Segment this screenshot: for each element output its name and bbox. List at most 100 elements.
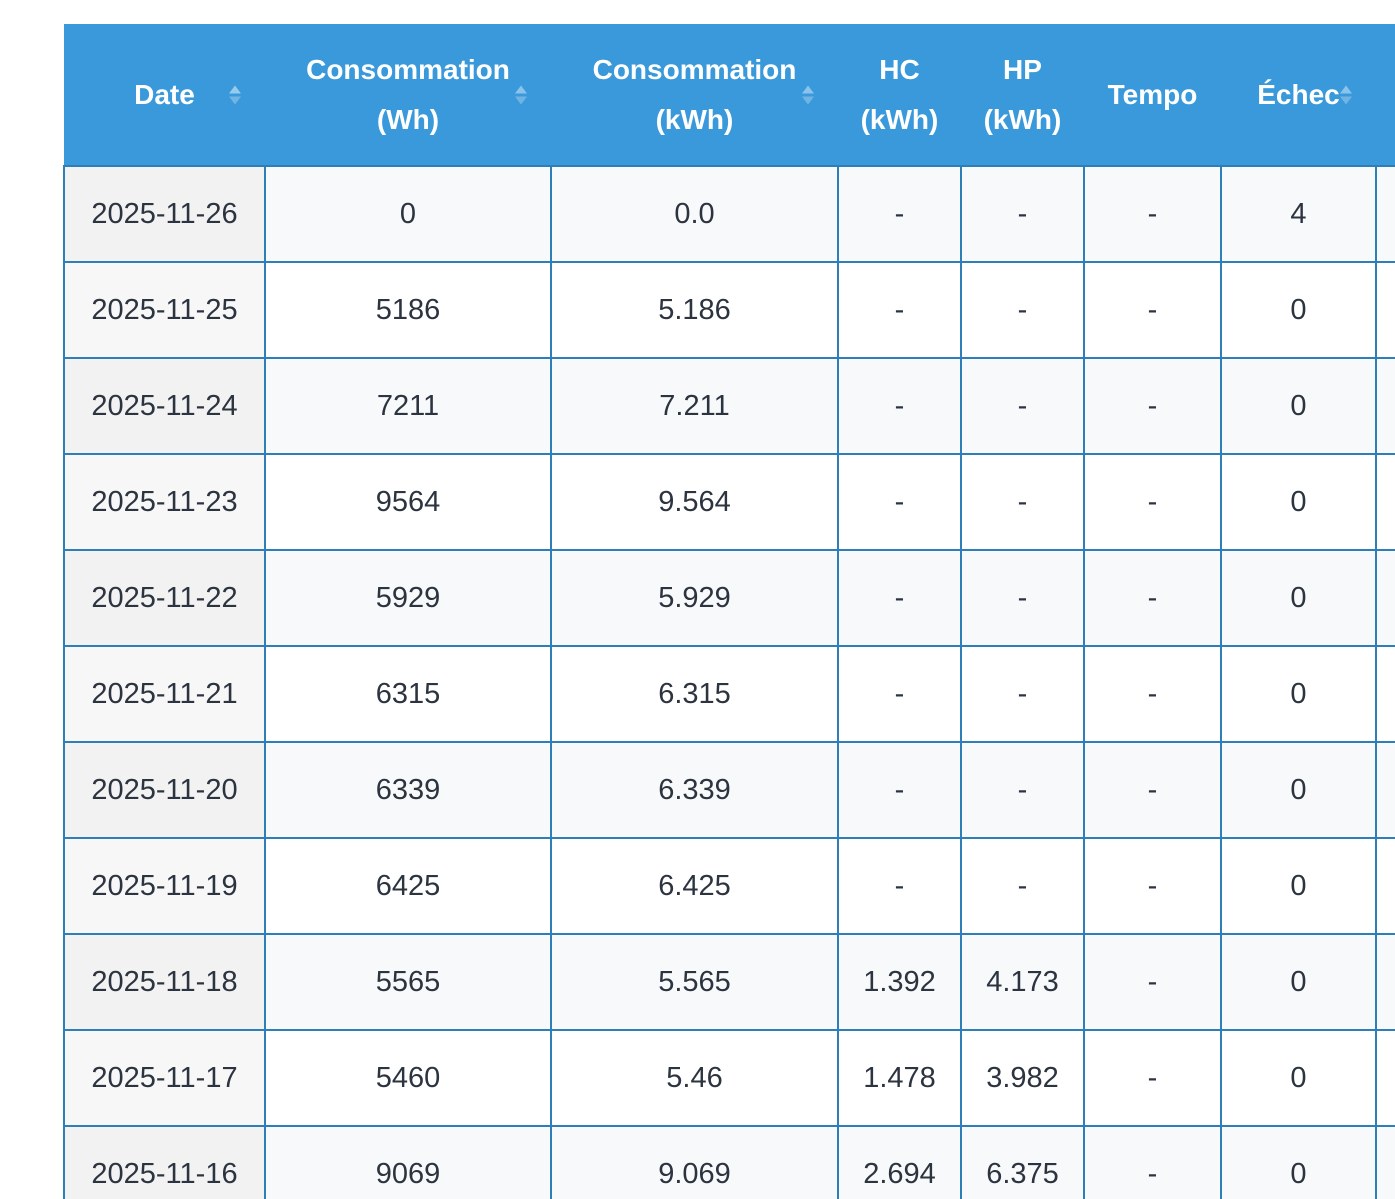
cell-hc: - <box>837 837 962 935</box>
table-row: 2025-11-25 5186 5.186- - -0 <box>63 261 1395 359</box>
cell-overflow <box>1375 453 1395 551</box>
cell-date: 2025-11-16 <box>63 1125 266 1199</box>
cell-hc: 2.694 <box>837 1125 962 1199</box>
cell-consumption-kwh: 5.186 <box>550 261 839 359</box>
cell-tempo: - <box>1083 261 1222 359</box>
column-header-unit: (kWh) <box>655 103 734 135</box>
cell-hp: 3.982 <box>960 1029 1085 1127</box>
table-row: 2025-11-24 7211 7.211- - -0 <box>63 357 1395 455</box>
cell-consumption-wh: 5929 <box>264 549 552 647</box>
cell-date: 2025-11-19 <box>63 837 266 935</box>
cell-consumption-kwh: 9.564 <box>550 453 839 551</box>
cell-tempo: - <box>1083 837 1222 935</box>
cell-echec: 0 <box>1220 549 1377 647</box>
cell-hc: - <box>837 165 962 263</box>
cell-consumption-wh: 5186 <box>264 261 552 359</box>
cell-hp: 4.173 <box>960 933 1085 1031</box>
cell-echec: 0 <box>1220 933 1377 1031</box>
cell-consumption-kwh: 0.0 <box>550 165 839 263</box>
cell-echec: 0 <box>1220 261 1377 359</box>
cell-hc: - <box>837 453 962 551</box>
sort-arrows-icon[interactable] <box>229 85 241 104</box>
cell-consumption-wh: 9564 <box>264 453 552 551</box>
cell-consumption-kwh: 5.929 <box>550 549 839 647</box>
column-header-hc: HC (kWh) <box>838 24 961 167</box>
cell-consumption-wh: 6425 <box>264 837 552 935</box>
cell-hc: - <box>837 549 962 647</box>
cell-consumption-kwh: 7.211 <box>550 357 839 455</box>
cell-tempo: - <box>1083 645 1222 743</box>
cell-overflow <box>1375 165 1395 263</box>
sort-arrows-icon[interactable] <box>1340 85 1352 104</box>
cell-date: 2025-11-21 <box>63 645 266 743</box>
cell-tempo: - <box>1083 165 1222 263</box>
cell-overflow <box>1375 1125 1395 1199</box>
cell-consumption-wh: 7211 <box>264 357 552 455</box>
cell-consumption-wh: 6339 <box>264 741 552 839</box>
cell-echec: 0 <box>1220 741 1377 839</box>
cell-tempo: - <box>1083 453 1222 551</box>
cell-date: 2025-11-18 <box>63 933 266 1031</box>
cell-consumption-kwh: 6.425 <box>550 837 839 935</box>
cell-date: 2025-11-26 <box>63 165 266 263</box>
table-row: 2025-11-16 9069 9.069 2.694 6.375-0 <box>63 1125 1395 1199</box>
cell-hp: - <box>960 165 1085 263</box>
cell-consumption-kwh: 6.315 <box>550 645 839 743</box>
cell-hc: - <box>837 645 962 743</box>
column-header-consumption-wh[interactable]: Consommation (Wh) <box>265 24 551 167</box>
cell-hc: - <box>837 357 962 455</box>
sort-arrows-icon[interactable] <box>515 85 527 104</box>
cell-hp: - <box>960 453 1085 551</box>
cell-overflow <box>1375 357 1395 455</box>
cell-echec: 0 <box>1220 453 1377 551</box>
column-header-consumption-kwh[interactable]: Consommation (kWh) <box>551 24 838 167</box>
column-header-label: Consommation <box>592 53 797 85</box>
column-header-label: HC <box>879 53 920 85</box>
cell-echec: 0 <box>1220 1029 1377 1127</box>
table-row: 2025-11-23 9564 9.564- - -0 <box>63 453 1395 551</box>
cell-date: 2025-11-17 <box>63 1029 266 1127</box>
consumption-table-container: Date Consommation (Wh) Consommation (kWh… <box>63 24 1395 1199</box>
cell-tempo: - <box>1083 1029 1222 1127</box>
cell-hc: 1.478 <box>837 1029 962 1127</box>
cell-hc: 1.392 <box>837 933 962 1031</box>
cell-overflow <box>1375 1029 1395 1127</box>
cell-overflow <box>1375 741 1395 839</box>
column-header-overflow <box>1376 24 1395 167</box>
sort-arrows-icon[interactable] <box>802 85 814 104</box>
cell-hc: - <box>837 741 962 839</box>
cell-overflow <box>1375 261 1395 359</box>
table-row: 2025-11-17 5460 5.46 1.478 3.982-0 <box>63 1029 1395 1127</box>
column-header-tempo: Tempo <box>1084 24 1221 167</box>
column-header-unit: (Wh) <box>376 103 440 135</box>
cell-echec: 0 <box>1220 1125 1377 1199</box>
cell-consumption-wh: 6315 <box>264 645 552 743</box>
table-body: 2025-11-26 0 0.0- - -4 2025-11-25 5186 5.186- - -… <box>63 165 1395 1199</box>
cell-consumption-kwh: 9.069 <box>550 1125 839 1199</box>
table-row: 2025-11-20 6339 6.339- - -0 <box>63 741 1395 839</box>
cell-hp: - <box>960 741 1085 839</box>
table-row: 2025-11-26 0 0.0- - -4 <box>63 165 1395 263</box>
column-header-label: Tempo <box>1107 78 1198 110</box>
cell-consumption-kwh: 6.339 <box>550 741 839 839</box>
cell-tempo: - <box>1083 933 1222 1031</box>
column-header-date[interactable]: Date <box>64 24 265 167</box>
cell-consumption-wh: 9069 <box>264 1125 552 1199</box>
column-header-echec[interactable]: Échec <box>1221 24 1376 167</box>
cell-hc: - <box>837 261 962 359</box>
cell-overflow <box>1375 645 1395 743</box>
cell-hp: - <box>960 357 1085 455</box>
column-header-label: Date <box>134 78 195 110</box>
table-row: 2025-11-21 6315 6.315- - -0 <box>63 645 1395 743</box>
cell-overflow <box>1375 549 1395 647</box>
table-row: 2025-11-18 5565 5.565 1.392 4.173-0 <box>63 933 1395 1031</box>
table-row: 2025-11-22 5929 5.929- - -0 <box>63 549 1395 647</box>
cell-echec: 0 <box>1220 837 1377 935</box>
cell-consumption-wh: 5565 <box>264 933 552 1031</box>
column-header-unit: (kWh) <box>860 103 939 135</box>
cell-date: 2025-11-23 <box>63 453 266 551</box>
cell-tempo: - <box>1083 549 1222 647</box>
column-header-label: Consommation <box>306 53 510 85</box>
cell-date: 2025-11-25 <box>63 261 266 359</box>
cell-consumption-kwh: 5.46 <box>550 1029 839 1127</box>
